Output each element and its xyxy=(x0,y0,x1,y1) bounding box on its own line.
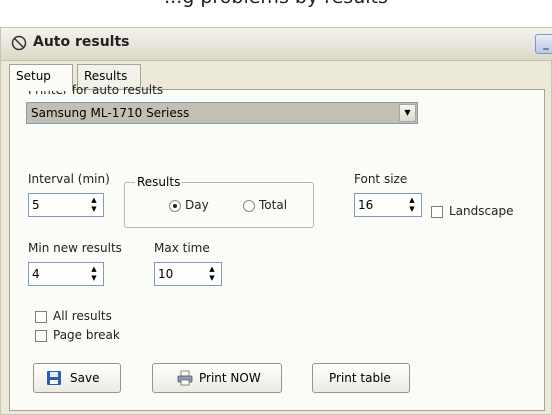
page-break-label[interactable]: Page break xyxy=(53,328,120,342)
no-entry-icon xyxy=(11,35,27,51)
results-group-label: Results xyxy=(135,175,183,189)
day-radio[interactable] xyxy=(169,200,181,212)
spin-up-icon[interactable]: ▲ xyxy=(405,196,419,205)
print-table-button-label: Print table xyxy=(329,371,391,385)
landscape-label[interactable]: Landscape xyxy=(449,204,513,218)
printer-icon xyxy=(177,370,193,386)
landscape-checkbox[interactable] xyxy=(431,206,443,218)
minimize-button[interactable]: _ xyxy=(535,34,552,54)
max-time-label: Max time xyxy=(154,241,210,255)
min-new-results-label: Min new results xyxy=(28,241,122,255)
save-button[interactable]: Save xyxy=(33,363,121,393)
spin-down-icon[interactable]: ▼ xyxy=(405,205,419,214)
print-table-button[interactable]: Print table xyxy=(312,363,410,393)
window-title: Auto results xyxy=(33,34,130,50)
results-group: Results Day Total xyxy=(124,175,314,228)
all-results-label[interactable]: All results xyxy=(53,309,112,323)
save-button-label: Save xyxy=(70,371,100,385)
font-size-label: Font size xyxy=(354,172,408,186)
print-now-button[interactable]: Print NOW xyxy=(152,363,282,393)
spin-up-icon[interactable]: ▲ xyxy=(87,196,101,205)
total-radio-label[interactable]: Total xyxy=(259,198,287,212)
spin-down-icon[interactable]: ▼ xyxy=(205,274,219,283)
all-results-checkbox[interactable] xyxy=(35,311,47,323)
max-time-stepper[interactable]: 10 ▲ ▼ xyxy=(154,262,222,286)
interval-value: 5 xyxy=(32,198,40,212)
chevron-down-icon[interactable]: ▼ xyxy=(399,104,416,122)
spin-down-icon[interactable]: ▼ xyxy=(87,274,101,283)
interval-stepper[interactable]: 5 ▲ ▼ xyxy=(28,193,104,217)
total-radio[interactable] xyxy=(243,200,255,212)
font-size-stepper[interactable]: 16 ▲ ▼ xyxy=(354,193,422,217)
spin-down-icon[interactable]: ▼ xyxy=(87,205,101,214)
max-time-value: 10 xyxy=(158,267,174,281)
min-new-results-value: 4 xyxy=(32,267,40,281)
font-size-value: 16 xyxy=(358,198,374,212)
printer-select-value: Samsung ML-1710 Seriess xyxy=(31,106,190,120)
interval-label: Interval (min) xyxy=(28,172,110,186)
min-new-results-stepper[interactable]: 4 ▲ ▼ xyxy=(28,262,104,286)
tab-setup[interactable]: Setup xyxy=(9,64,73,91)
floppy-disk-icon xyxy=(47,371,61,385)
title-bar[interactable]: Auto results _ xyxy=(1,28,552,61)
day-radio-label[interactable]: Day xyxy=(185,198,209,212)
page-caption: ...g problems by results xyxy=(0,0,552,8)
printer-select[interactable]: Samsung ML-1710 Seriess ▼ xyxy=(26,102,418,124)
print-now-button-label: Print NOW xyxy=(199,371,261,385)
page-break-checkbox[interactable] xyxy=(35,330,47,342)
spin-up-icon[interactable]: ▲ xyxy=(87,265,101,274)
spin-up-icon[interactable]: ▲ xyxy=(205,265,219,274)
